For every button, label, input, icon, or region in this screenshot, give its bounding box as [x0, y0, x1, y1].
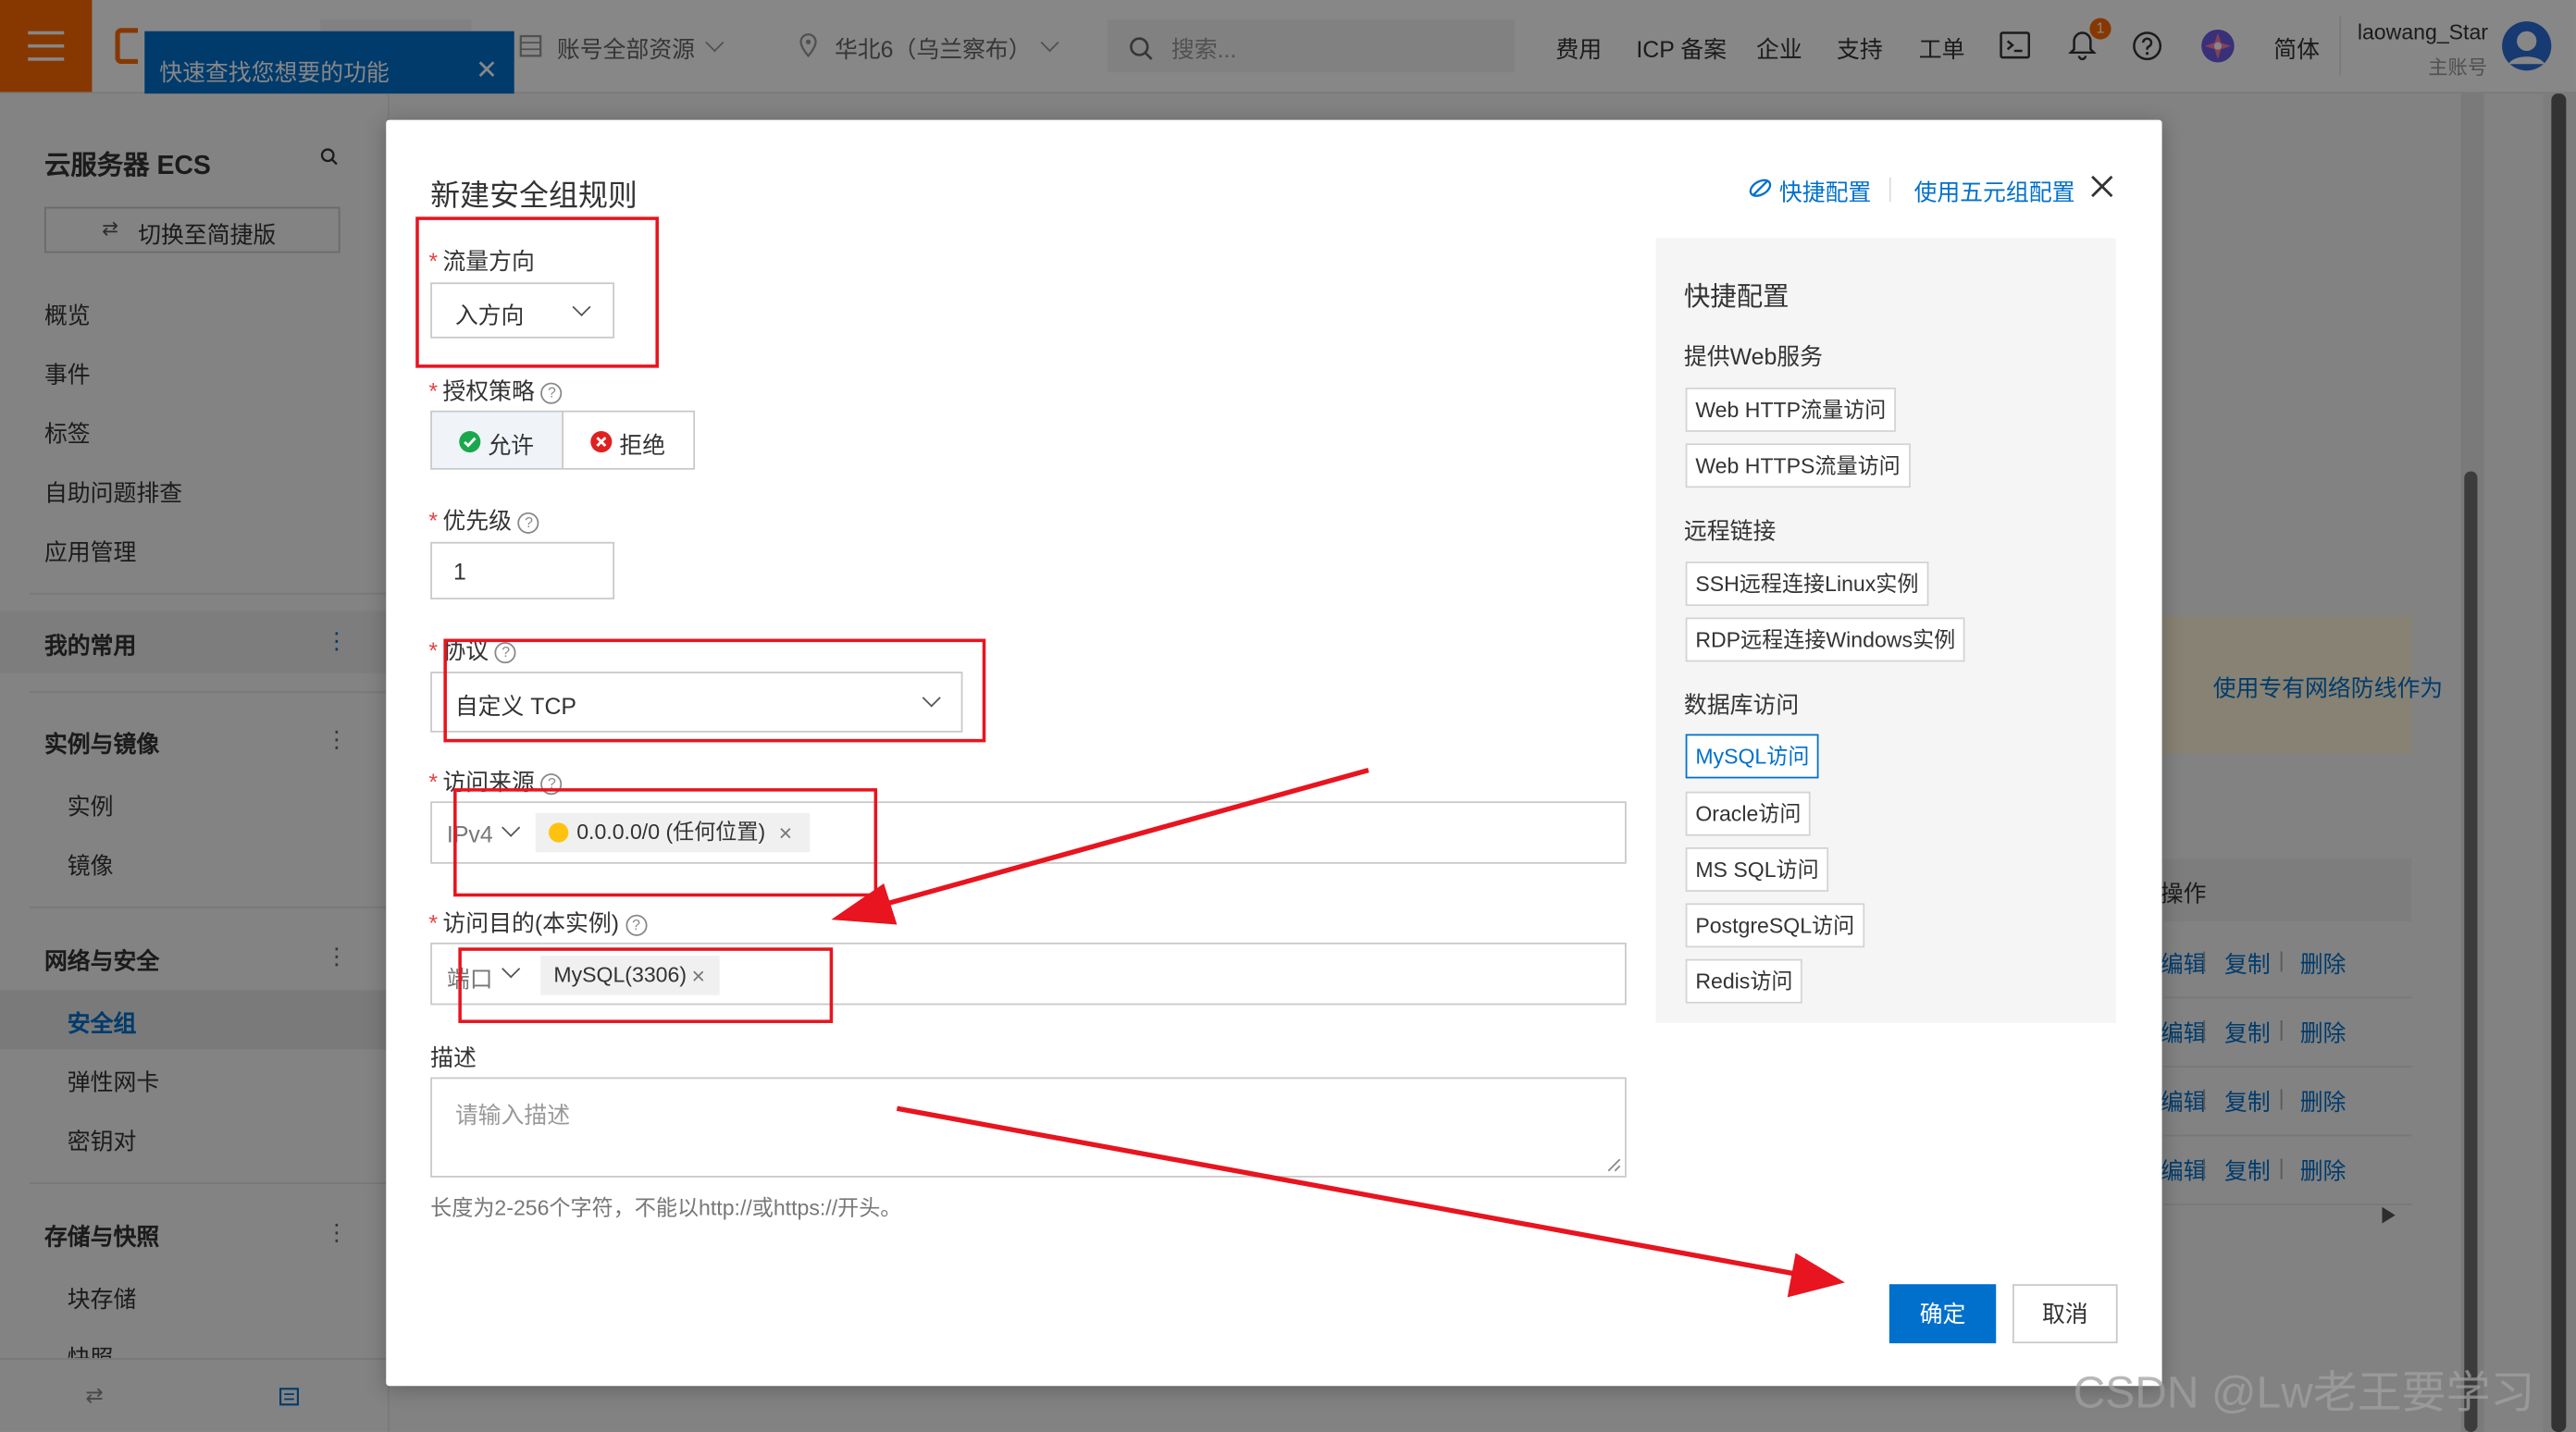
arrow-to-confirm	[896, 1105, 1808, 1278]
arrowhead-icon	[1787, 1253, 1845, 1298]
watermark: CSDN @Lw老王要学习	[2073, 1367, 2535, 1417]
annotation-arrows	[831, 768, 1845, 1298]
screenshot-stage: 账号全部资源 华北6（乌兰察布） 搜索... 费用 ICP 备案 企业 支持 工…	[0, 0, 2576, 1432]
arrowhead-icon	[831, 883, 898, 925]
arrow-to-source	[870, 768, 1369, 911]
